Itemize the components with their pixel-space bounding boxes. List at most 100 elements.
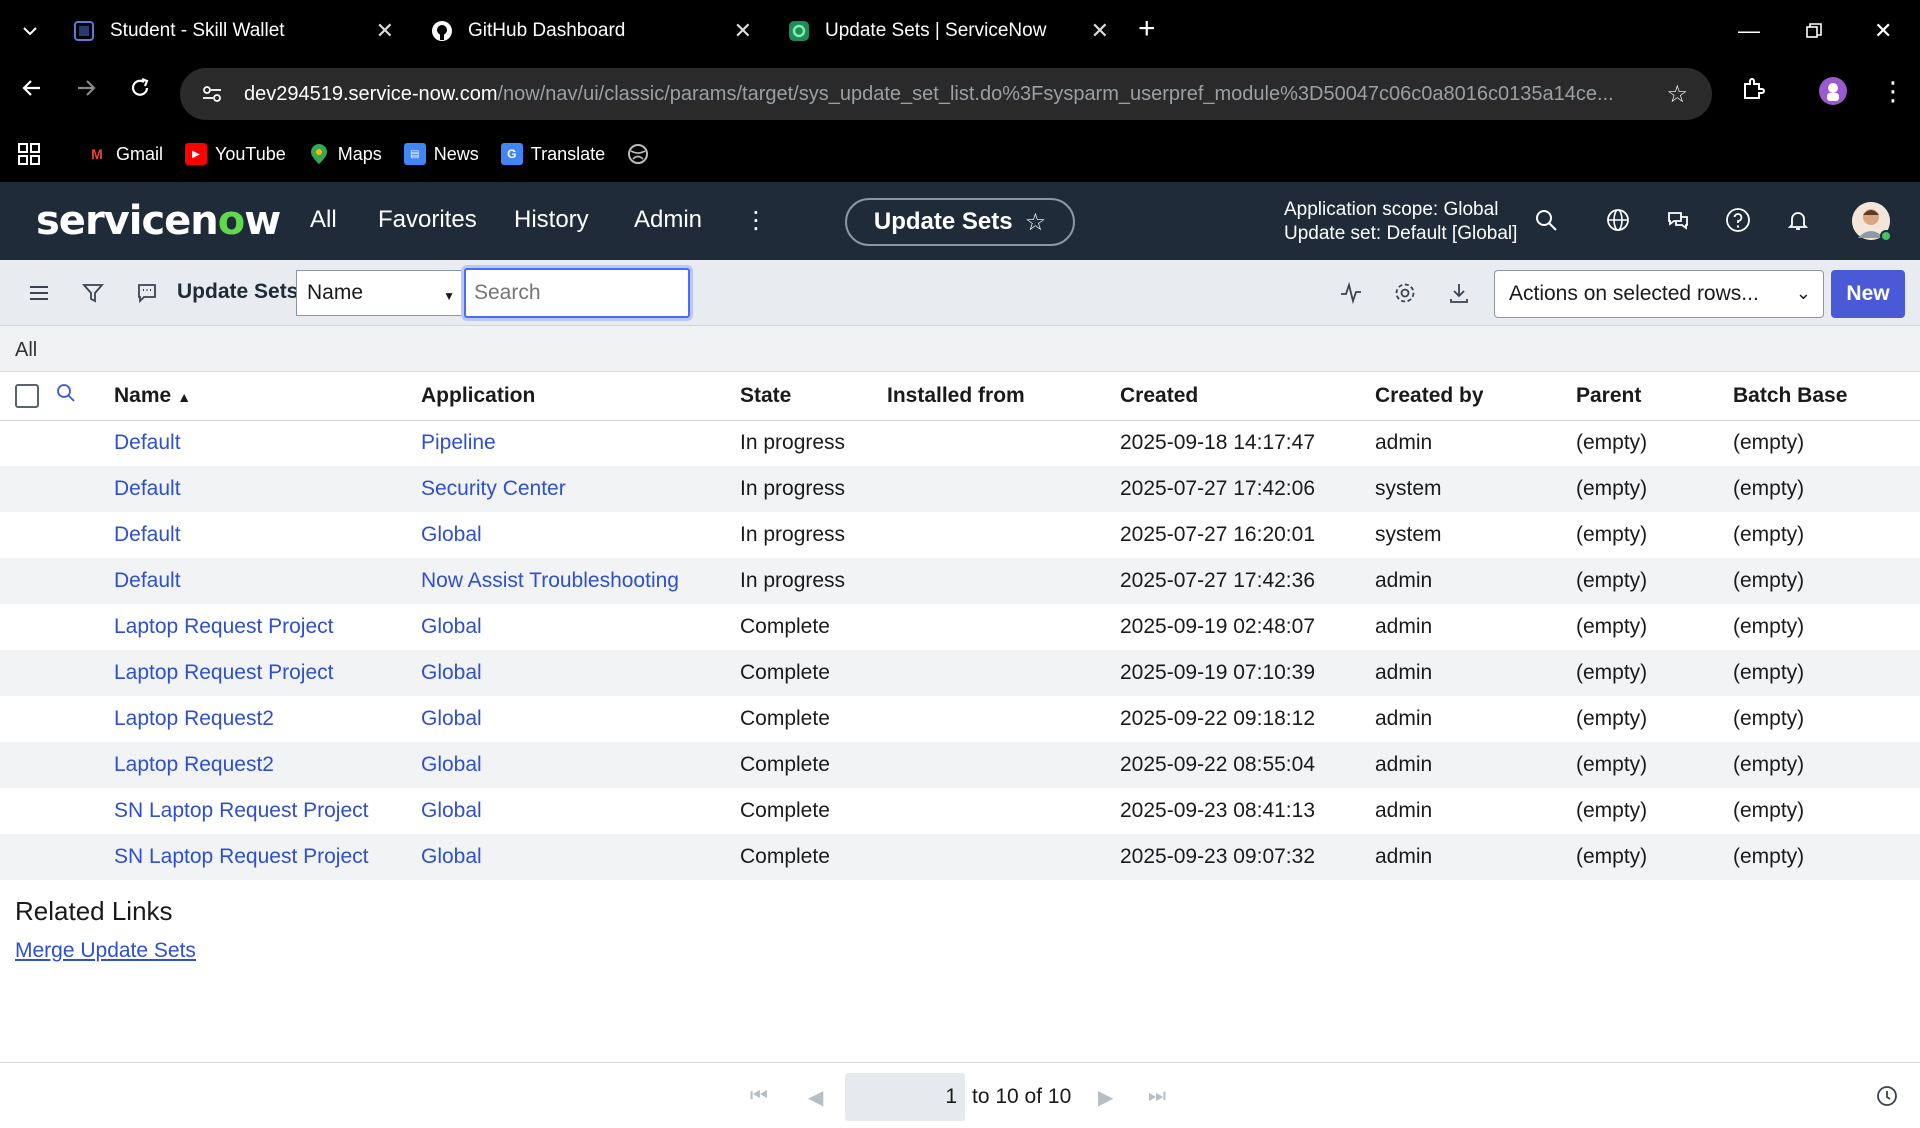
back-icon[interactable] [20,76,44,107]
window-close-icon[interactable]: ✕ [1874,0,1892,62]
close-icon[interactable]: ✕ [1091,18,1109,44]
column-header-application[interactable]: Application [421,372,740,421]
table-row[interactable]: Default Pipeline In progress 2025-09-18 14:… [0,420,1920,466]
favorite-star-icon[interactable]: ☆ [1025,208,1047,237]
name-link[interactable]: Laptop Request Project [114,615,333,638]
tab-search-icon[interactable] [0,0,60,62]
globe-icon[interactable] [1602,204,1634,236]
close-icon[interactable]: ✕ [734,18,752,44]
bookmark-star-icon[interactable]: ☆ [1666,80,1688,109]
name-link[interactable]: SN Laptop Request Project [114,799,368,822]
reload-icon[interactable] [128,76,152,107]
search-icon[interactable] [1530,204,1562,236]
nav-history[interactable]: History [514,206,589,234]
bookmark-maps[interactable]: Maps [308,143,382,165]
previous-page-icon[interactable]: ◀ [808,1085,823,1110]
table-row[interactable]: SN Laptop Request Project Global Complete 2… [0,834,1920,880]
name-link[interactable]: Laptop Request Project [114,661,333,684]
column-header-batch-base[interactable]: Batch Base [1733,372,1920,421]
chat-icon[interactable] [1662,204,1694,236]
nav-admin[interactable]: Admin [634,206,702,234]
bookmark-gmail[interactable]: M Gmail [86,143,163,165]
name-link[interactable]: Default [114,477,181,500]
bookmark-youtube[interactable]: ▶ YouTube [185,143,286,165]
nav-all[interactable]: All [310,206,337,234]
application-link[interactable]: Global [421,661,482,684]
restore-icon[interactable] [1806,0,1822,62]
breadcrumb[interactable]: All [0,326,1920,372]
merge-update-sets-link[interactable]: Merge Update Sets [15,939,196,962]
table-row[interactable]: Default Global In progress 2025-07-27 16:20… [0,512,1920,558]
apps-grid-icon[interactable] [18,143,40,165]
help-icon[interactable] [1722,204,1754,236]
application-link[interactable]: Global [421,615,482,638]
nav-favorites[interactable]: Favorites [378,206,477,234]
application-link[interactable]: Now Assist Troubleshooting [421,569,679,592]
omnibox[interactable]: dev294519.service-now.com/now/nav/ui/cla… [180,68,1712,120]
scope-info[interactable]: Application scope: Global Update set: De… [1284,198,1517,246]
search-input[interactable] [464,268,690,318]
application-link[interactable]: Global [421,845,482,868]
servicenow-logo[interactable]: servicenow [36,198,281,244]
actions-on-selected-rows-select[interactable]: Actions on selected rows... ⌄ [1494,270,1824,318]
globe-icon[interactable] [627,143,649,165]
activity-pulse-icon[interactable] [1336,278,1366,308]
column-search-icon[interactable] [56,383,76,408]
table-row[interactable]: Default Now Assist Troubleshooting In prog… [0,558,1920,604]
column-header-created-by[interactable]: Created by [1375,372,1576,421]
application-link[interactable]: Global [421,753,482,776]
browser-menu-icon[interactable]: ⋮ [1880,76,1906,107]
application-link[interactable]: Global [421,799,482,822]
last-page-icon[interactable]: ⏭ [1148,1085,1166,1108]
application-link[interactable]: Global [421,523,482,546]
breadcrumb-all[interactable]: All [15,339,37,361]
new-tab-button[interactable]: + [1138,12,1156,46]
select-all-checkbox[interactable] [15,383,39,408]
site-settings-icon[interactable] [188,74,236,114]
name-link[interactable]: Default [114,523,181,546]
filter-icon[interactable] [78,278,108,308]
name-link[interactable]: Laptop Request2 [114,753,274,776]
column-header-created[interactable]: Created [1120,372,1375,421]
table-row[interactable]: Laptop Request Project Global Complete 2025… [0,604,1920,650]
search-field-select[interactable]: Name ▼ [296,270,464,316]
column-header-parent[interactable]: Parent [1576,372,1733,421]
more-menu-icon[interactable]: ⋮ [744,206,768,235]
forward-icon[interactable] [74,76,98,107]
column-header-name[interactable]: Name ▲ [114,372,421,421]
profile-avatar[interactable] [1818,76,1848,113]
tab-github[interactable]: GitHub Dashboard ✕ [430,0,752,62]
extensions-icon[interactable] [1740,76,1766,109]
tab-skill-wallet[interactable]: Student - Skill Wallet ✕ [72,0,394,62]
info-icon[interactable] [1876,1085,1898,1112]
table-row[interactable]: Laptop Request2 Global Complete 2025-09-22 … [0,696,1920,742]
next-page-icon[interactable]: ▶ [1098,1085,1113,1110]
settings-gear-icon[interactable] [1390,278,1420,308]
application-link[interactable]: Security Center [421,477,566,500]
column-header-installed-from[interactable]: Installed from [887,372,1120,421]
table-row[interactable]: SN Laptop Request Project Global Complete 2… [0,788,1920,834]
name-link[interactable]: Laptop Request2 [114,707,274,730]
new-button[interactable]: New [1831,270,1905,318]
name-link[interactable]: Default [114,431,181,454]
bookmark-news[interactable]: ▤ News [403,143,479,165]
application-link[interactable]: Global [421,707,482,730]
hamburger-menu-icon[interactable] [24,278,54,308]
application-link[interactable]: Pipeline [421,431,496,454]
minimize-icon[interactable]: — [1738,0,1760,62]
notifications-bell-icon[interactable] [1782,204,1814,236]
table-row[interactable]: Laptop Request Project Global Complete 2025… [0,650,1920,696]
update-sets-pill[interactable]: Update Sets ☆ [845,198,1075,246]
table-row[interactable]: Laptop Request2 Global Complete 2025-09-22 … [0,742,1920,788]
first-page-icon[interactable]: ⏮ [750,1085,768,1108]
download-icon[interactable] [1444,278,1474,308]
name-link[interactable]: SN Laptop Request Project [114,845,368,868]
table-row[interactable]: Default Security Center In progress 2025-07… [0,466,1920,512]
tab-update-sets[interactable]: Update Sets | ServiceNow ✕ [787,0,1109,62]
column-header-state[interactable]: State [740,372,887,421]
page-number-input[interactable] [845,1073,965,1121]
name-link[interactable]: Default [114,569,181,592]
close-icon[interactable]: ✕ [376,18,394,44]
chat-bubble-icon[interactable] [132,278,162,308]
bookmark-translate[interactable]: G Translate [500,143,605,165]
